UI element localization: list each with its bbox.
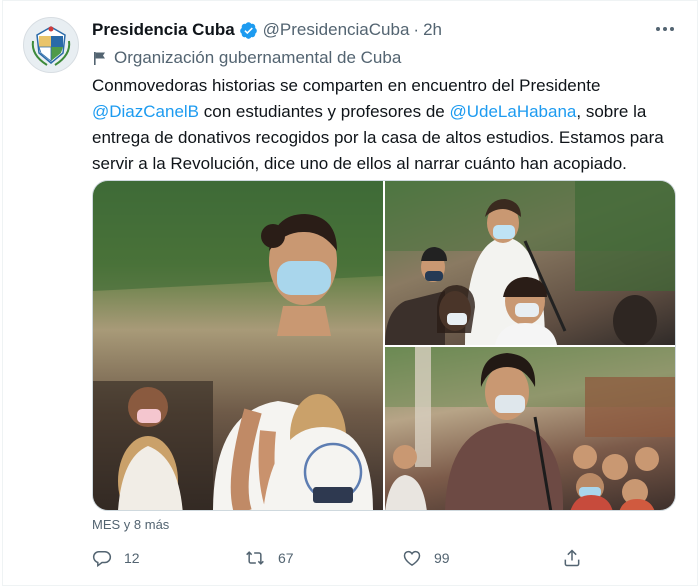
mention-udelahabana[interactable]: @UdeLaHabana (449, 102, 576, 121)
separator-dot: · (413, 20, 420, 39)
media-grid (92, 180, 676, 511)
action-bar: 12 67 99 (92, 543, 592, 573)
timestamp[interactable]: 2h (423, 20, 442, 40)
text-line-4: servir a la Revolución, dice uno de ello… (92, 154, 627, 173)
handle[interactable]: @PresidenciaCuba (263, 20, 410, 40)
text-line-2-mid: con estudiantes y profesores de (199, 102, 450, 121)
avatar[interactable] (23, 17, 79, 73)
label-text: Organización gubernamental de Cuba (114, 48, 402, 67)
tweet-text: Conmovedoras historias se comparten en e… (92, 73, 692, 177)
flag-icon (94, 52, 105, 65)
reply-button[interactable]: 12 (92, 543, 140, 573)
like-button[interactable]: 99 (402, 543, 450, 573)
government-label: Organización gubernamental de Cuba (92, 47, 401, 69)
share-button[interactable] (562, 543, 594, 573)
media-tags[interactable]: MES y 8 más (92, 517, 169, 532)
text-line-2: @DiazCanelB con estudiantes y profesores… (92, 99, 692, 125)
text-line-3: entrega de donativos recogidos por la ca… (92, 128, 664, 147)
photo-1[interactable] (93, 181, 383, 510)
like-icon (403, 550, 421, 566)
tweet-card[interactable]: Presidencia Cuba @PresidenciaCuba · 2h O… (2, 0, 698, 586)
retweet-icon (246, 551, 264, 565)
like-count: 99 (434, 550, 450, 566)
display-name[interactable]: Presidencia Cuba (92, 20, 235, 40)
reply-count: 12 (124, 550, 140, 566)
photo-3[interactable] (385, 347, 675, 510)
share-icon (564, 549, 580, 567)
text-line-2-end: , sobre la (576, 102, 647, 121)
reply-icon (92, 551, 112, 568)
tweet-header: Presidencia Cuba @PresidenciaCuba · 2h (92, 19, 442, 41)
retweet-count: 67 (278, 550, 294, 566)
verified-badge-icon (239, 21, 258, 40)
coat-of-arms-icon (31, 26, 71, 66)
text-line-1: Conmovedoras historias se comparten en e… (92, 76, 601, 95)
more-icon[interactable] (651, 19, 679, 39)
mention-diazcanelb[interactable]: @DiazCanelB (92, 102, 199, 121)
retweet-button[interactable]: 67 (244, 543, 294, 573)
photo-2[interactable] (385, 181, 675, 345)
